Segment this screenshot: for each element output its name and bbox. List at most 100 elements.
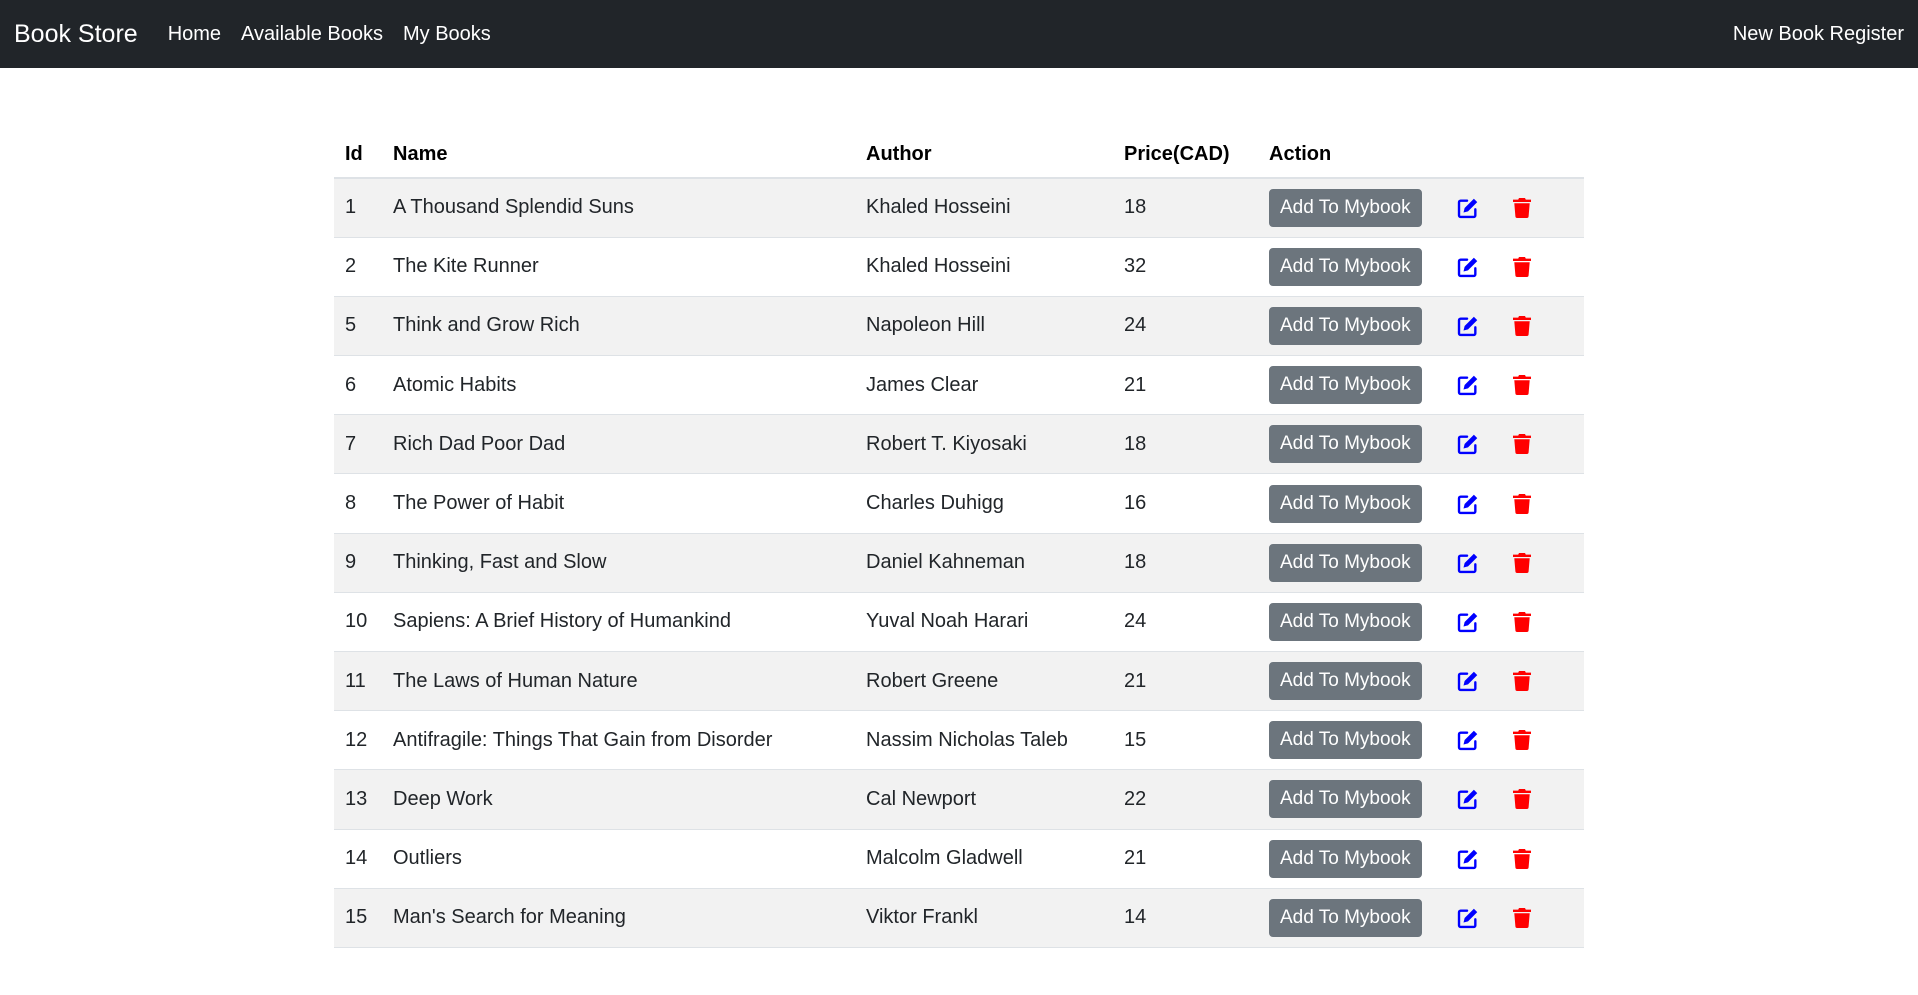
trash-icon[interactable] [1510,551,1534,575]
add-to-mybook-button[interactable]: Add To Mybook [1269,188,1422,227]
nav-link-available-books[interactable]: Available Books [241,23,383,46]
trash-icon-svg [1512,552,1531,573]
trash-icon[interactable] [1510,906,1534,930]
trash-icon-svg [1512,730,1531,751]
edit-icon[interactable] [1456,906,1480,930]
cell-id: 11 [345,669,366,692]
trash-icon[interactable] [1510,787,1534,811]
edit-icon-svg [1457,731,1477,751]
main-content: Id Name Author Price(CAD) Action 1 A Tho… [334,131,1584,948]
edit-icon[interactable] [1456,255,1480,279]
edit-icon[interactable] [1456,669,1480,693]
edit-icon-svg [1457,316,1477,337]
add-to-mybook-button[interactable]: Add To Mybook [1269,602,1422,641]
add-to-mybook-button[interactable]: Add To Mybook [1269,306,1422,345]
add-to-mybook-button[interactable]: Add To Mybook [1269,721,1422,760]
cell-id: 9 [345,551,357,574]
action-group: Add To Mybook [1269,543,1573,582]
cell-name: Rich Dad Poor Dad [393,432,566,455]
cell-name: Outliers [393,847,462,870]
trash-icon[interactable] [1510,728,1534,752]
edit-icon[interactable] [1456,373,1480,397]
add-to-mybook-button[interactable]: Add To Mybook [1269,366,1422,405]
edit-icon[interactable] [1456,432,1480,456]
cell-action: Add To Mybook [1258,237,1584,296]
nav-link-new-book-register[interactable]: New Book Register [1733,23,1904,46]
add-to-mybook-button[interactable]: Add To Mybook [1269,484,1422,523]
cell-price: 24 [1124,610,1147,633]
action-group: Add To Mybook [1269,188,1573,227]
cell-author: Robert T. Kiyosaki [866,432,1027,455]
action-group: Add To Mybook [1269,247,1573,286]
trash-icon[interactable] [1510,492,1534,516]
header-price: Price(CAD) [1113,131,1258,179]
add-to-mybook-button[interactable]: Add To Mybook [1269,247,1422,286]
cell-author: James Clear [866,373,979,396]
nav-link-my-books[interactable]: My Books [403,23,491,46]
cell-price: 18 [1124,551,1147,574]
edit-icon-svg [1457,257,1477,277]
edit-icon-svg [1457,671,1477,692]
edit-icon[interactable] [1456,728,1480,752]
trash-icon[interactable] [1510,432,1534,456]
cell-author: Khaled Hosseini [866,255,1011,278]
cell-name: Think and Grow Rich [393,314,580,337]
trash-icon[interactable] [1510,373,1534,397]
table-row: 6 Atomic Habits James Clear 21 Add To My… [334,356,1584,415]
trash-icon-svg [1512,907,1531,928]
edit-icon[interactable] [1456,610,1480,634]
cell-id: 15 [345,906,368,929]
edit-icon[interactable] [1456,551,1480,575]
cell-action: Add To Mybook [1258,178,1584,237]
cell-id: 14 [345,847,368,870]
trash-icon[interactable] [1510,610,1534,634]
action-group: Add To Mybook [1269,839,1573,878]
action-group: Add To Mybook [1269,425,1573,464]
cell-author: Cal Newport [866,787,977,810]
cell-id: 6 [345,373,357,396]
add-to-mybook-button[interactable]: Add To Mybook [1269,780,1422,819]
table-row: 15 Man's Search for Meaning Viktor Frank… [334,888,1584,948]
cell-action: Add To Mybook [1258,770,1584,829]
table-head: Id Name Author Price(CAD) Action [334,131,1584,179]
trash-icon[interactable] [1510,255,1534,279]
cell-name: Antifragile: Things That Gain from Disor… [393,728,773,751]
add-to-mybook-button[interactable]: Add To Mybook [1269,662,1422,701]
trash-icon[interactable] [1510,196,1534,220]
trash-icon-svg [1512,493,1531,514]
cell-name: Sapiens: A Brief History of Humankind [393,610,731,633]
nav-link-home[interactable]: Home [168,23,221,46]
edit-icon[interactable] [1456,196,1480,220]
brand-link[interactable]: Book Store [14,20,138,49]
edit-icon-svg [1457,435,1477,455]
action-group: Add To Mybook [1269,602,1573,641]
add-to-mybook-button[interactable]: Add To Mybook [1269,543,1422,582]
add-to-mybook-button[interactable]: Add To Mybook [1269,839,1422,878]
trash-icon-svg [1512,375,1531,396]
edit-icon-svg [1457,612,1477,633]
action-group: Add To Mybook [1269,366,1573,405]
trash-icon[interactable] [1510,669,1534,693]
add-to-mybook-button[interactable]: Add To Mybook [1269,898,1422,937]
edit-icon[interactable] [1456,787,1480,811]
table-body: 1 A Thousand Splendid Suns Khaled Hossei… [334,178,1584,948]
action-group: Add To Mybook [1269,484,1573,523]
cell-name: The Kite Runner [393,255,539,278]
edit-icon[interactable] [1456,847,1480,871]
header-name: Name [382,131,855,179]
cell-price: 22 [1124,787,1147,810]
edit-icon[interactable] [1456,314,1480,338]
top-navbar: Book Store Home Available Books My Books… [0,0,1918,68]
table-row: 9 Thinking, Fast and Slow Daniel Kahnema… [334,533,1584,593]
trash-icon[interactable] [1510,847,1534,871]
cell-id: 13 [345,787,368,810]
cell-author: Viktor Frankl [866,906,978,929]
cell-price: 16 [1124,492,1147,515]
cell-price: 21 [1124,847,1147,870]
edit-icon[interactable] [1456,492,1480,516]
trash-icon[interactable] [1510,314,1534,338]
cell-author: Robert Greene [866,669,999,692]
add-to-mybook-button[interactable]: Add To Mybook [1269,425,1422,464]
cell-action: Add To Mybook [1258,474,1584,533]
trash-icon-svg [1512,611,1531,632]
